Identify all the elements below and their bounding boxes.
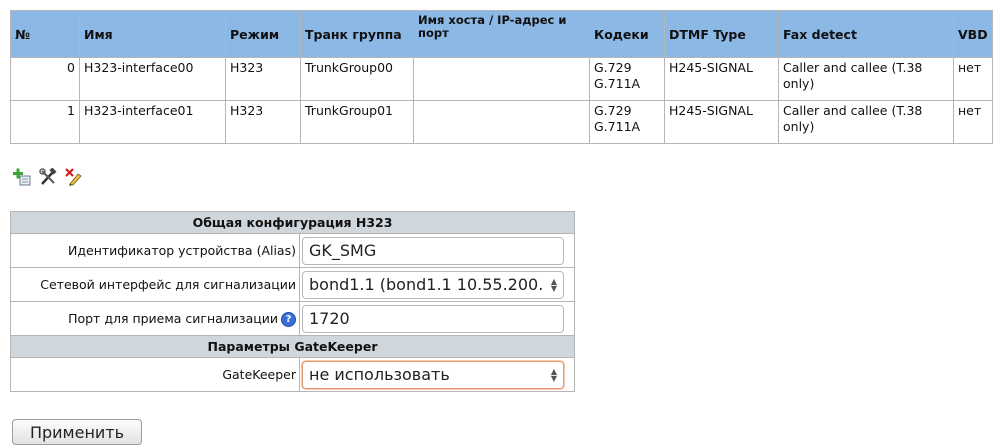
port-input[interactable]: 1720 (302, 304, 564, 333)
cell-fax: Caller and callee (T.38 only) (778, 100, 954, 144)
port-label-cell: Порт для приема сигнализации? (10, 301, 300, 336)
codec-label: G.711A (594, 76, 641, 91)
col-header-vbd: VBD (953, 10, 993, 58)
cell-dtmf: H245-SIGNAL (664, 57, 779, 101)
add-icon[interactable] (13, 168, 31, 186)
col-header-codecs: Кодеки (589, 10, 665, 58)
col-header-mode: Режим (225, 10, 301, 58)
help-icon[interactable]: ? (281, 311, 296, 327)
port-cell: 1720 (299, 301, 575, 336)
codec-label: G.729 (594, 60, 632, 75)
cell-host (413, 57, 590, 101)
cell-vbd: нет (953, 100, 993, 144)
cell-num: 1 (10, 100, 80, 144)
col-header-fax: Fax detect (778, 10, 954, 58)
table-toolbar (13, 168, 83, 186)
select-arrows-icon: ▲ ▼ (550, 366, 557, 383)
codec-label: G.729 (594, 103, 632, 118)
col-header-trunk: Транк группа (300, 10, 414, 58)
cell-trunk: TrunkGroup01 (300, 100, 414, 144)
apply-button[interactable]: Применить (12, 419, 142, 445)
cell-num: 0 (10, 57, 80, 101)
alias-value: GK_SMG (309, 241, 377, 260)
netif-select[interactable]: bond1.1 (bond1.1 10.55.200. ▲ ▼ (302, 270, 564, 299)
cell-name: H323-interface01 (79, 100, 226, 144)
gatekeeper-cell: не использовать ▲ ▼ (299, 357, 575, 392)
netif-cell: bond1.1 (bond1.1 10.55.200. ▲ ▼ (299, 267, 575, 302)
section-title-general: Общая конфигурация H323 (10, 211, 575, 234)
select-arrows-icon: ▲ ▼ (550, 276, 557, 293)
h323-config-form: Общая конфигурация H323 Идентификатор ус… (10, 211, 575, 392)
alias-cell: GK_SMG (299, 233, 575, 268)
gatekeeper-value: не использовать (309, 365, 450, 384)
cell-dtmf: H245-SIGNAL (664, 100, 779, 144)
port-label: Порт для приема сигнализации (68, 310, 278, 326)
cell-mode: H323 (225, 57, 301, 101)
table-row[interactable]: 1 H323-interface01 H323 TrunkGroup01 G.7… (10, 100, 993, 144)
netif-label: Сетевой интерфейс для сигнализации (10, 267, 300, 302)
codec-label: G.711A (594, 119, 641, 134)
cell-codecs: G.729 G.711A (589, 100, 665, 144)
gatekeeper-select[interactable]: не использовать ▲ ▼ (302, 360, 564, 389)
cell-host (413, 100, 590, 144)
col-header-name: Имя (79, 10, 226, 58)
delete-icon[interactable] (65, 168, 83, 186)
table-header-row: № Имя Режим Транк группа Имя хоста / IP-… (10, 10, 993, 58)
cell-vbd: нет (953, 57, 993, 101)
cell-fax: Caller and callee (T.38 only) (778, 57, 954, 101)
gatekeeper-label: GateKeeper (10, 357, 300, 392)
col-header-dtmf: DTMF Type (664, 10, 779, 58)
port-value: 1720 (309, 309, 350, 328)
section-title-gatekeeper: Параметры GateKeeper (10, 335, 575, 358)
edit-tools-icon[interactable] (39, 168, 57, 186)
h323-interfaces-table: № Имя Режим Транк группа Имя хоста / IP-… (10, 10, 993, 144)
cell-trunk: TrunkGroup00 (300, 57, 414, 101)
alias-label: Идентификатор устройства (Alias) (10, 233, 300, 268)
cell-mode: H323 (225, 100, 301, 144)
netif-value: bond1.1 (bond1.1 10.55.200. (309, 275, 544, 294)
table-row[interactable]: 0 H323-interface00 H323 TrunkGroup00 G.7… (10, 57, 993, 101)
cell-codecs: G.729 G.711A (589, 57, 665, 101)
col-header-num: № (10, 10, 80, 58)
col-header-host: Имя хоста / IP-адрес и порт (413, 10, 590, 58)
cell-name: H323-interface00 (79, 57, 226, 101)
alias-input[interactable]: GK_SMG (302, 236, 564, 265)
